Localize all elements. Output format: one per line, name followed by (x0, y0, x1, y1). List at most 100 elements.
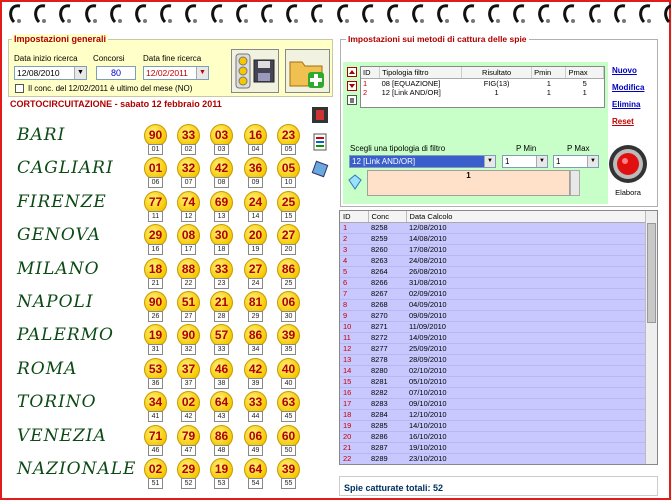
last-of-month-checkbox[interactable] (15, 84, 24, 93)
number-ball[interactable]: 86 34 (244, 324, 267, 358)
number-ball[interactable]: 90 01 (144, 124, 167, 158)
table-row[interactable]: 15 8281 05/10/2010 (340, 376, 646, 388)
number-ball[interactable]: 40 40 (277, 357, 300, 392)
edit-link[interactable]: Modifica (612, 83, 644, 92)
scroll-thumb[interactable] (647, 223, 656, 323)
col-calc-id[interactable]: ID (340, 211, 369, 223)
number-ball[interactable]: 86 48 (210, 424, 233, 459)
start-date-field[interactable]: 12/08/2010 ▼ (14, 66, 87, 80)
number-ball[interactable]: 34 41 (144, 391, 167, 425)
table-row[interactable]: 12 8277 25/09/2010 (340, 343, 646, 355)
calc-table[interactable]: ID Conc Data Calcolo 1 8258 12/08/2010 2 825… (339, 210, 658, 465)
filter-row[interactable]: 1 08 [EQUAZIONE] FIG(13) 1 5 (361, 78, 604, 88)
table-row[interactable]: 21 8287 19/10/2010 (340, 442, 646, 454)
number-ball[interactable]: 33 44 (244, 391, 267, 425)
table-row[interactable]: 20 8286 16/10/2010 (340, 431, 646, 443)
table-row[interactable]: 18 8284 12/10/2010 (340, 409, 646, 421)
col-type[interactable]: Tipologia filtro (379, 67, 463, 79)
table-row[interactable]: 19 8285 14/10/2010 (340, 420, 646, 432)
add-folder-button[interactable] (285, 49, 330, 93)
number-ball[interactable]: 01 06 (144, 157, 167, 191)
number-ball[interactable]: 25 15 (277, 190, 300, 225)
pmax-select[interactable]: 1 ▼ (553, 155, 599, 168)
filter-row[interactable]: 2 12 [Link AND/OR] 1 1 1 (361, 88, 604, 97)
number-ball[interactable]: 36 09 (244, 157, 267, 191)
filter-type-select[interactable]: 12 [Link AND/OR] ▼ (349, 155, 496, 168)
number-ball[interactable]: 81 29 (244, 291, 267, 325)
number-ball[interactable]: 69 13 (210, 190, 233, 225)
number-ball[interactable]: 02 42 (177, 391, 200, 425)
table-row[interactable]: 10 8271 11/09/2010 (340, 321, 646, 333)
table-row[interactable]: 14 8280 02/10/2010 (340, 365, 646, 377)
pmin-select[interactable]: 1 ▼ (502, 155, 548, 168)
number-ball[interactable]: 20 19 (244, 224, 267, 258)
number-ball[interactable]: 39 35 (277, 324, 300, 358)
number-ball[interactable]: 30 18 (210, 224, 233, 258)
end-date-field[interactable]: 12/02/2011 ▼ (143, 66, 209, 80)
table-row[interactable]: 4 8263 24/08/2010 (340, 255, 646, 267)
chevron-down-icon[interactable]: ▼ (196, 67, 208, 79)
number-ball[interactable]: 86 25 (277, 257, 300, 292)
film-icon[interactable] (311, 106, 329, 124)
number-ball[interactable]: 06 30 (277, 291, 300, 325)
table-row[interactable]: 2 8259 14/08/2010 (340, 233, 646, 245)
col-result[interactable]: Risultato (461, 67, 533, 79)
process-button[interactable]: Elabora (608, 142, 648, 197)
number-ball[interactable]: 05 10 (277, 157, 300, 191)
table-row[interactable]: 6 8266 31/08/2010 (340, 277, 646, 289)
number-ball[interactable]: 64 54 (244, 458, 267, 492)
number-ball[interactable]: 29 52 (177, 458, 200, 492)
number-ball[interactable]: 88 22 (177, 257, 200, 292)
number-ball[interactable]: 42 39 (244, 357, 267, 392)
table-row[interactable]: 7 8267 02/09/2010 (340, 288, 646, 300)
number-ball[interactable]: 19 53 (210, 458, 233, 492)
number-ball[interactable]: 08 17 (177, 224, 200, 258)
card-icon[interactable] (311, 160, 329, 178)
col-conc[interactable]: Conc (368, 211, 407, 223)
number-ball[interactable]: 27 20 (277, 224, 300, 258)
calc-table-scrollbar[interactable] (645, 211, 657, 464)
number-ball[interactable]: 77 11 (144, 190, 167, 225)
table-row[interactable]: 8 8268 04/09/2010 (340, 299, 646, 311)
number-ball[interactable]: 53 36 (144, 357, 167, 392)
col-id[interactable]: ID (361, 67, 381, 79)
diamond-icon[interactable] (346, 173, 364, 191)
number-ball[interactable]: 71 46 (144, 424, 167, 459)
chevron-down-icon[interactable]: ▼ (587, 156, 598, 167)
number-ball[interactable]: 79 47 (177, 424, 200, 459)
reset-link[interactable]: Reset (612, 117, 634, 126)
filters-table[interactable]: ID Tipologia filtro Risultato Pmin Pmax … (360, 66, 605, 108)
number-ball[interactable]: 18 21 (144, 257, 167, 292)
number-ball[interactable]: 33 02 (177, 124, 200, 158)
number-ball[interactable]: 03 03 (210, 124, 233, 158)
number-ball[interactable]: 90 32 (177, 324, 200, 358)
number-ball[interactable]: 74 12 (177, 190, 200, 225)
table-row[interactable]: 13 8278 28/09/2010 (340, 354, 646, 366)
delete-row-button[interactable] (347, 95, 357, 105)
table-row[interactable]: 17 8283 09/10/2010 (340, 398, 646, 410)
report-icon[interactable] (311, 133, 329, 151)
table-row[interactable]: 11 8272 14/09/2010 (340, 332, 646, 344)
number-ball[interactable]: 33 23 (210, 257, 233, 292)
table-row[interactable]: 16 8282 07/10/2010 (340, 387, 646, 399)
chevron-down-icon[interactable]: ▼ (484, 156, 495, 167)
number-ball[interactable]: 39 55 (277, 458, 300, 492)
chevron-down-icon[interactable]: ▼ (536, 156, 547, 167)
col-pmax[interactable]: Pmax (565, 67, 604, 79)
table-row[interactable]: 23829026/10/2010 (340, 464, 646, 465)
number-ball[interactable]: 37 37 (177, 357, 200, 392)
number-ball[interactable]: 06 49 (244, 424, 267, 459)
number-ball[interactable]: 02 51 (144, 458, 167, 492)
table-row[interactable]: 5 8264 26/08/2010 (340, 266, 646, 278)
save-button[interactable] (231, 49, 279, 93)
result-box[interactable]: 1 (367, 170, 570, 196)
number-ball[interactable]: 16 04 (244, 124, 267, 158)
result-scrollbar[interactable] (570, 170, 580, 196)
number-ball[interactable]: 19 31 (144, 324, 167, 358)
table-row[interactable]: 22 8289 23/10/2010 (340, 453, 646, 464)
number-ball[interactable]: 21 28 (210, 291, 233, 325)
number-ball[interactable]: 51 27 (177, 291, 200, 325)
col-calc-date[interactable]: Data Calcolo (406, 211, 646, 223)
number-ball[interactable]: 42 08 (210, 157, 233, 191)
number-ball[interactable]: 23 05 (277, 124, 300, 158)
